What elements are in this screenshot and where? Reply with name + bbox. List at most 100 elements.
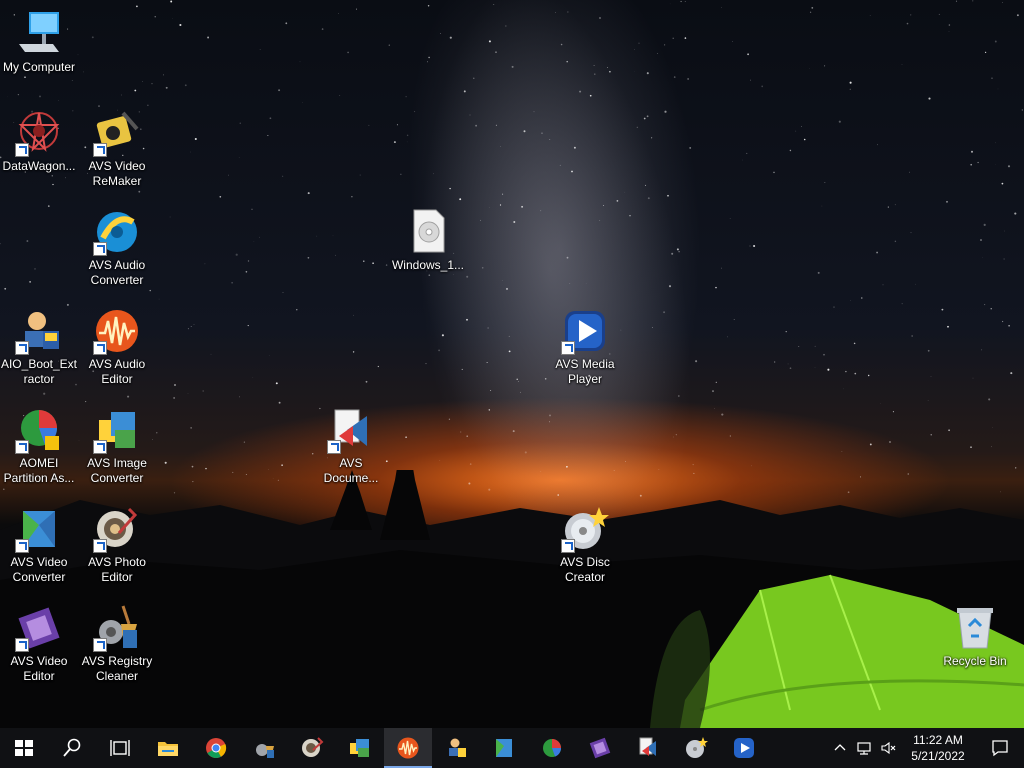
star	[798, 346, 800, 347]
star	[488, 409, 491, 411]
star	[894, 204, 896, 206]
network-button[interactable]	[852, 728, 876, 768]
desktop-icon-avs-video-editor[interactable]: AVS Video Editor	[0, 604, 78, 684]
star	[861, 297, 863, 299]
star	[824, 181, 826, 183]
star	[838, 120, 841, 123]
star	[1002, 2, 1003, 3]
desktop-icon-avs-audio-editor[interactable]: AVS Audio Editor	[78, 307, 156, 387]
star	[689, 146, 692, 149]
shortcut-arrow-icon	[93, 638, 107, 652]
star	[238, 396, 240, 398]
star	[882, 284, 884, 286]
desktop-icon-avs-photo-editor[interactable]: AVS Photo Editor	[78, 505, 156, 585]
star	[727, 336, 728, 338]
taskbar-avs-disc-creator[interactable]	[672, 728, 720, 768]
star	[540, 210, 542, 212]
star	[646, 115, 649, 118]
star	[65, 177, 67, 179]
registry-cleaner-icon	[256, 744, 274, 758]
star	[761, 85, 764, 88]
clock[interactable]: 11:22 AM 5/21/2022	[900, 732, 976, 764]
volume-button[interactable]	[876, 728, 900, 768]
star	[239, 122, 241, 124]
star	[853, 342, 856, 345]
star	[24, 76, 26, 79]
taskbar-avs-media-player[interactable]	[720, 728, 768, 768]
star	[972, 0, 974, 2]
taskbar-avs-image-converter[interactable]	[336, 728, 384, 768]
taskbar-file-explorer[interactable]	[144, 728, 192, 768]
star	[984, 51, 987, 54]
desktop-icon-avs-audio-converter[interactable]: AVS Audio Converter	[78, 208, 156, 288]
star	[43, 392, 46, 395]
star	[567, 11, 569, 13]
star	[235, 253, 238, 256]
search-button[interactable]	[48, 728, 96, 768]
star	[814, 345, 816, 347]
desktop-icon-avs-disc-creator[interactable]: AVS Disc Creator	[546, 505, 624, 585]
desktop-icon-windows-iso[interactable]: Windows_1...	[389, 208, 467, 273]
star	[1015, 467, 1017, 469]
taskbar-avs-document[interactable]	[624, 728, 672, 768]
desktop-icon-aomei-partition[interactable]: AOMEI Partition As...	[0, 406, 78, 486]
show-hidden-icons-button[interactable]	[828, 728, 852, 768]
start-button[interactable]	[0, 728, 48, 768]
star	[481, 266, 484, 269]
star	[721, 413, 724, 416]
star	[184, 84, 187, 87]
star	[247, 260, 250, 262]
star	[353, 314, 354, 316]
star	[352, 351, 355, 353]
document-converter-icon	[639, 737, 656, 756]
desktop-icon-avs-media-player[interactable]: AVS Media Player	[546, 307, 624, 387]
star	[466, 318, 468, 321]
desktop-icon-avs-document[interactable]: AVS Docume...	[312, 406, 390, 486]
star	[479, 219, 482, 221]
star	[938, 13, 940, 15]
star	[427, 5, 430, 7]
desktop-icon-avs-video-remaker[interactable]: AVS Video ReMaker	[78, 109, 156, 189]
desktop-icon-avs-video-converter[interactable]: AVS Video Converter	[0, 505, 78, 585]
taskbar-aio-boot-extractor[interactable]	[432, 728, 480, 768]
star	[247, 325, 249, 327]
star	[138, 190, 141, 193]
folder-icon	[158, 742, 178, 756]
star	[801, 126, 802, 127]
desktop-icon-avs-image-converter[interactable]: AVS Image Converter	[78, 406, 156, 486]
star	[983, 223, 986, 226]
star	[773, 171, 775, 174]
desktop-icon-recycle-bin[interactable]: Recycle Bin	[936, 604, 1014, 669]
taskbar-avs-photo-editor[interactable]	[288, 728, 336, 768]
taskbar-avs-registry-cleaner[interactable]	[240, 728, 288, 768]
star	[427, 61, 428, 63]
task-view-button[interactable]	[96, 728, 144, 768]
star	[486, 362, 488, 363]
shortcut-arrow-icon	[561, 539, 575, 553]
taskbar-avs-video-converter[interactable]	[480, 728, 528, 768]
star	[994, 40, 997, 43]
taskbar-avs-audio-editor[interactable]	[384, 728, 432, 768]
star	[560, 43, 563, 46]
star	[981, 349, 983, 351]
star	[645, 184, 647, 186]
taskbar-chrome[interactable]	[192, 728, 240, 768]
star	[928, 97, 931, 100]
shortcut-arrow-icon	[93, 242, 107, 256]
star	[372, 262, 374, 265]
star	[488, 40, 491, 43]
star	[187, 328, 189, 330]
desktop-icon-datawagon[interactable]: DataWagon...	[0, 109, 78, 174]
star	[821, 205, 823, 207]
action-center-button[interactable]	[976, 728, 1024, 768]
desktop-icon-my-computer[interactable]: My Computer	[0, 10, 78, 75]
star	[335, 254, 336, 256]
star	[521, 205, 524, 208]
star	[493, 4, 495, 6]
desktop-icon-avs-registry-cleaner[interactable]: AVS Registry Cleaner	[78, 604, 156, 684]
star	[259, 49, 261, 50]
taskbar-aomei-partition[interactable]	[528, 728, 576, 768]
desktop-icon-aio-boot-extractor[interactable]: AIO_Boot_Ext ractor	[0, 307, 78, 387]
star	[316, 235, 318, 237]
taskbar-avs-video-editor[interactable]	[576, 728, 624, 768]
